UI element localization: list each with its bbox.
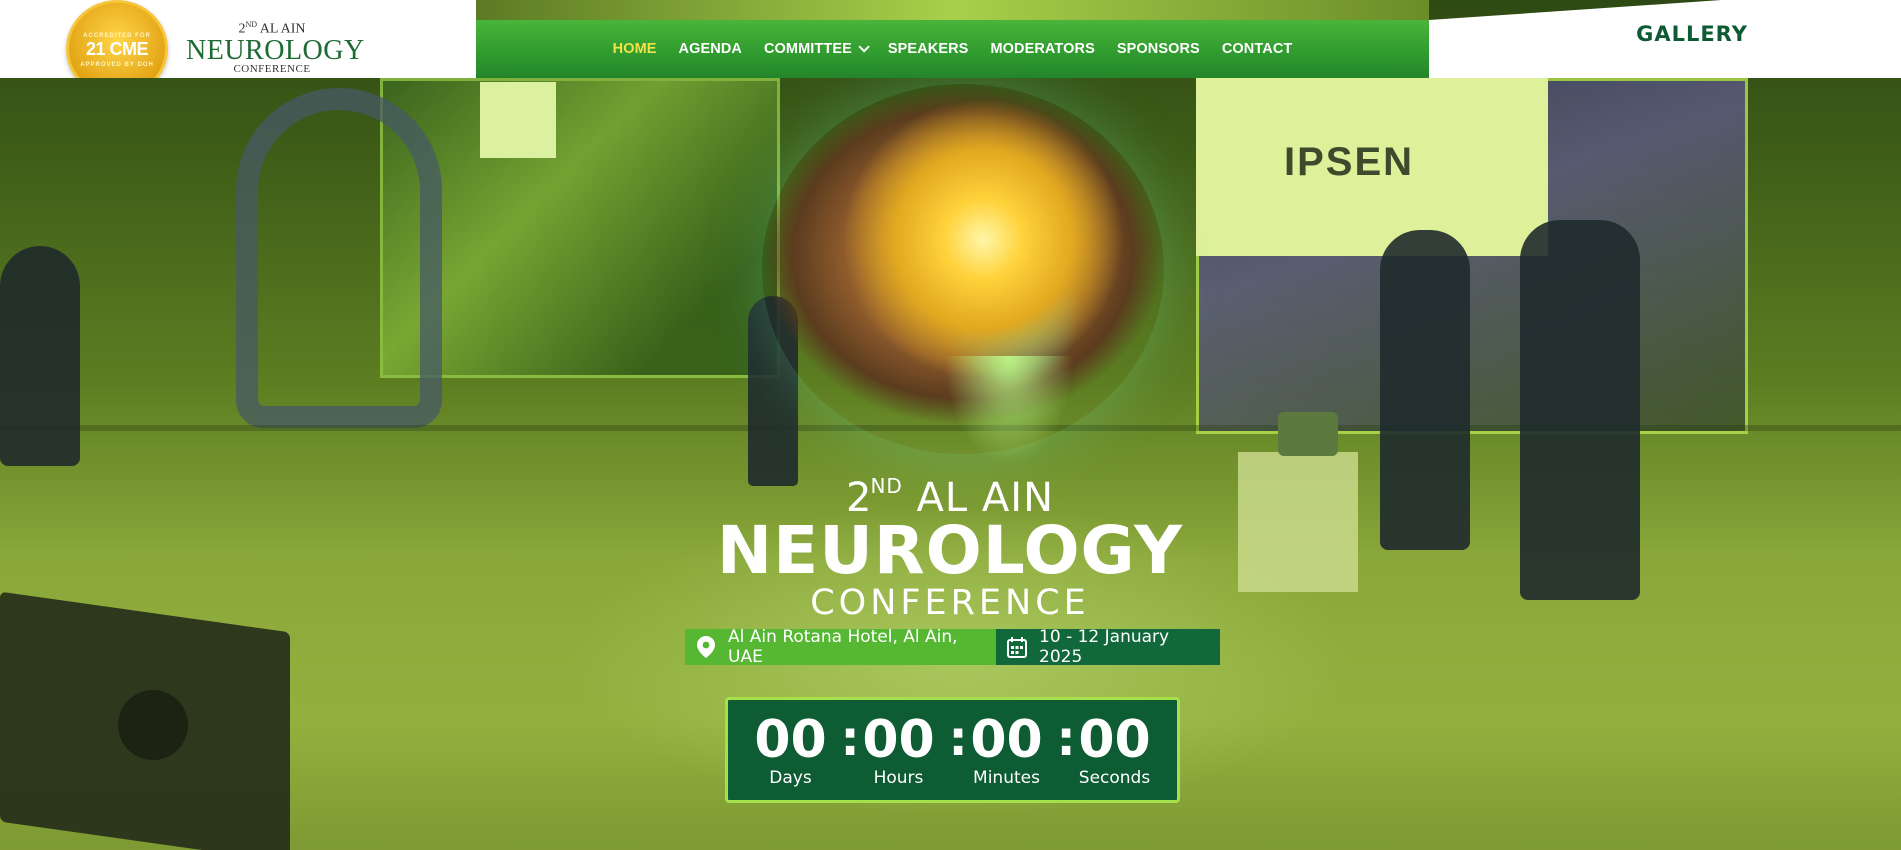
countdown-seconds-value: 00 bbox=[1078, 710, 1151, 770]
title-neurology: NEUROLOGY bbox=[716, 512, 1184, 589]
gallery-link[interactable]: GALLERY bbox=[1636, 22, 1748, 46]
countdown-hours-label: Hours bbox=[873, 768, 924, 788]
countdown-days-value: 00 bbox=[754, 710, 827, 770]
stage-board-small bbox=[480, 82, 556, 158]
person-seated-middle bbox=[1380, 230, 1470, 550]
countdown-hours-value: 00 bbox=[862, 710, 935, 770]
cme-badge-main: 21 CME bbox=[85, 38, 149, 59]
nav-speakers[interactable]: SPEAKERS bbox=[877, 41, 980, 57]
nav-agenda[interactable]: AGENDA bbox=[668, 41, 753, 57]
side-table bbox=[1238, 452, 1358, 592]
logo-sup: ND bbox=[245, 20, 258, 29]
nav-committee-label: COMMITTEE bbox=[763, 41, 852, 57]
map-pin-icon bbox=[695, 636, 716, 658]
countdown-days-label: Days bbox=[769, 768, 812, 788]
head-silhouette-sculpture bbox=[236, 88, 442, 428]
nav-contact[interactable]: CONTACT bbox=[1211, 41, 1304, 57]
nav-home[interactable]: HOME bbox=[602, 41, 668, 57]
logo-line1: 2ND AL AIN bbox=[186, 18, 358, 37]
countdown-days: 00 Days bbox=[741, 712, 841, 788]
logo-neurology: NEUROLOGY bbox=[186, 34, 365, 66]
countdown-separator: : bbox=[948, 711, 968, 767]
nav-moderators[interactable]: MODERATORS bbox=[979, 41, 1105, 57]
nav-committee[interactable]: COMMITTEE bbox=[753, 41, 877, 57]
main-nav: HOME AGENDA COMMITTEE SPEAKERS MODERATOR… bbox=[476, 20, 1429, 78]
location-pill: Al Ain Rotana Hotel, Al Ain, UAE bbox=[685, 627, 996, 667]
header-logo-area: ACCREDITED FOR 21 CME APPROVED BY DOH 2N… bbox=[0, 0, 476, 78]
water-bottles bbox=[1278, 412, 1338, 456]
brain-neuron-glow bbox=[944, 356, 1074, 466]
countdown-hours: 00 Hours bbox=[849, 712, 949, 788]
calendar-icon bbox=[1006, 636, 1027, 658]
countdown-minutes: 00 Minutes bbox=[957, 712, 1057, 788]
countdown-seconds: 00 Seconds bbox=[1065, 712, 1165, 788]
date-pill: 10 - 12 January 2025 bbox=[996, 627, 1220, 667]
date-text: 10 - 12 January 2025 bbox=[1039, 627, 1170, 667]
person-seated-right bbox=[1520, 220, 1640, 600]
cme-badge-bottom: APPROVED BY DOH bbox=[80, 61, 154, 68]
conference-title: 2ND AL AIN NEUROLOGY CONFERENCE bbox=[700, 464, 1200, 622]
location-text: Al Ain Rotana Hotel, Al Ain, UAE bbox=[728, 627, 958, 667]
speaker-cone bbox=[118, 690, 188, 760]
header-top-strip bbox=[476, 0, 1429, 20]
sponsor-logo: IPSEN bbox=[1284, 140, 1415, 184]
title-sup: ND bbox=[870, 474, 903, 498]
nav-sponsors[interactable]: SPONSORS bbox=[1106, 41, 1211, 57]
countdown-separator: : bbox=[840, 711, 860, 767]
countdown-timer: 00 Days : 00 Hours : 00 Minutes : 00 Sec… bbox=[725, 697, 1180, 803]
event-info: Al Ain Rotana Hotel, Al Ain, UAE 10 - 12… bbox=[685, 627, 1220, 667]
chevron-down-icon bbox=[858, 41, 870, 53]
site-logo[interactable]: 2ND AL AIN NEUROLOGY CONFERENCE bbox=[186, 18, 365, 75]
countdown-minutes-label: Minutes bbox=[973, 768, 1040, 788]
title-conference: CONFERENCE bbox=[810, 583, 1090, 623]
countdown-separator: : bbox=[1056, 711, 1076, 767]
countdown-seconds-label: Seconds bbox=[1078, 768, 1151, 788]
person-standing-left bbox=[0, 246, 80, 466]
countdown-minutes-value: 00 bbox=[970, 710, 1043, 770]
